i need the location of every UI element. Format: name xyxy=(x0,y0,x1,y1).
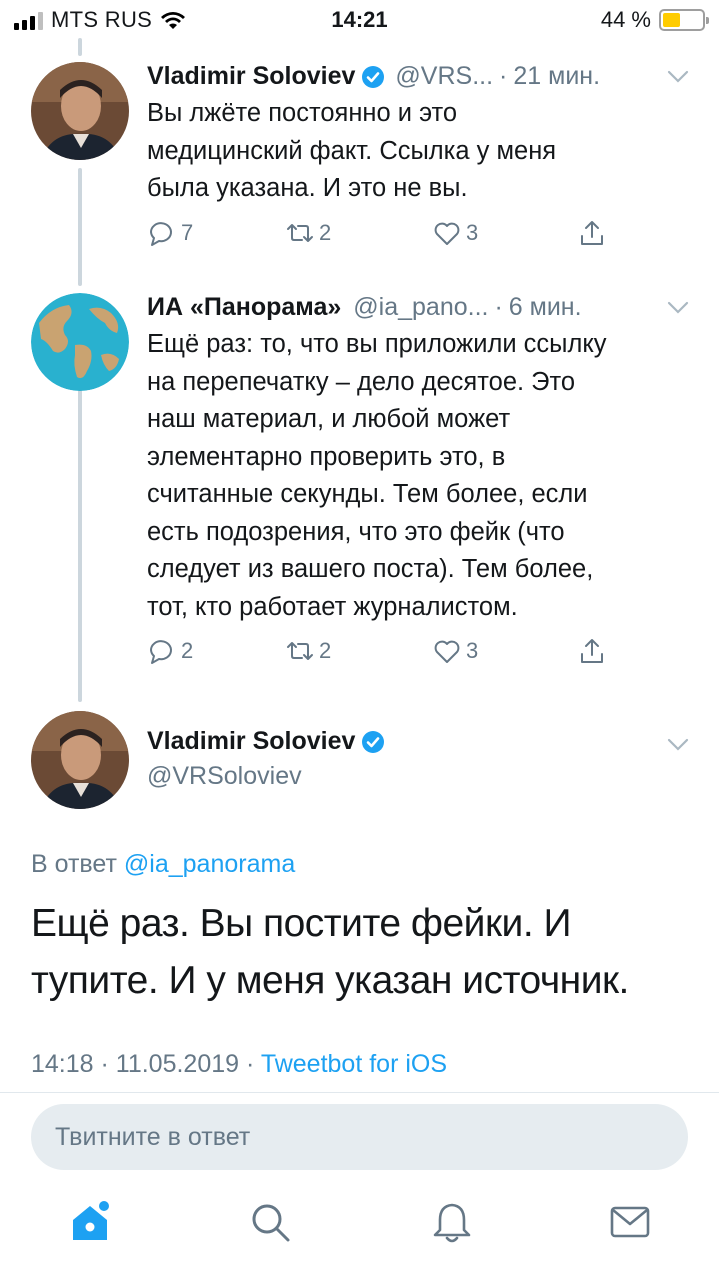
retweet-icon xyxy=(287,224,313,242)
reply-button[interactable]: 7 xyxy=(147,218,193,248)
tweet-time: 21 мин. xyxy=(513,62,601,90)
share-icon xyxy=(581,639,603,663)
tweet-text-line: тупите. И у меня указан источник. xyxy=(31,959,629,1002)
tweet-text-line: элементарно проверить это, в xyxy=(147,442,506,471)
verified-badge-icon xyxy=(362,65,385,88)
tweet-text-line: следует из вашего поста). Тем более, xyxy=(147,555,594,583)
tweet-header: Vladimir Soloviev @VRS... · 21 мин. xyxy=(147,62,689,91)
author-name[interactable]: ИА «Панорама» xyxy=(147,293,341,322)
reply-to-link[interactable]: @ia_panorama xyxy=(124,850,295,878)
thread-connector xyxy=(78,372,82,702)
reply-icon xyxy=(150,640,172,664)
separator-dot: · xyxy=(499,62,508,90)
reply-placeholder: Твитните в ответ xyxy=(55,1123,251,1151)
tweet-text-line: была указана. И это не вы. xyxy=(147,174,468,202)
avatar[interactable] xyxy=(31,62,129,160)
tweet-timestamp: 14:18 · 11.05.2019 · xyxy=(31,1050,255,1078)
tweet-text-line: наш материал, и любой может xyxy=(147,405,511,433)
divider xyxy=(0,1092,719,1093)
author-name[interactable]: Vladimir Soloviev xyxy=(147,62,355,91)
tweet-time: 6 мин. xyxy=(508,293,582,321)
tweet-text-line: тот, кто работает журналистом. xyxy=(147,592,518,621)
author-handle[interactable]: @VRS... xyxy=(395,62,493,91)
like-count: 3 xyxy=(466,638,479,663)
author-name[interactable]: Vladimir Soloviev xyxy=(147,727,355,756)
share-icon xyxy=(581,221,603,245)
reply-count: 2 xyxy=(181,638,194,663)
retweet-count: 2 xyxy=(319,220,332,245)
reply-count: 7 xyxy=(181,220,194,245)
tweet-text: Ещё раз. Вы постите фейки. И тупите. И у… xyxy=(31,895,671,1009)
tab-messages[interactable] xyxy=(608,1200,652,1244)
bell-icon xyxy=(433,1203,471,1243)
tweet-text-line: считанные секунды. Тем более, если xyxy=(147,480,588,508)
like-button[interactable]: 3 xyxy=(432,218,478,248)
tweet-text-line: на перепечатку – дело десятое. Это xyxy=(147,367,576,396)
heart-icon xyxy=(434,640,460,663)
author-handle[interactable]: @ia_pano... xyxy=(353,293,488,322)
tweet-text: Вы лжёте постоянно и это медицинский фак… xyxy=(147,95,693,208)
tweet-text-line: Ещё раз. Вы постите фейки. И xyxy=(31,902,572,945)
retweet-icon xyxy=(287,642,313,660)
battery-percent: 44 % xyxy=(600,7,651,32)
tweet-actions: 7 2 3 xyxy=(147,218,617,254)
reply-icon xyxy=(150,222,172,246)
tweet-actions: 2 2 3 xyxy=(147,636,617,672)
status-bar: MTS RUS 14:21 44 % xyxy=(0,0,719,40)
retweet-button[interactable]: 2 xyxy=(285,218,331,248)
thread-connector xyxy=(78,38,82,56)
reply-context: В ответ @ia_panorama xyxy=(31,850,295,879)
tab-notifications[interactable] xyxy=(430,1200,474,1244)
search-icon xyxy=(252,1204,290,1242)
share-button[interactable] xyxy=(577,218,607,248)
avatar[interactable] xyxy=(31,293,129,391)
tweet-header: ИА «Панорама» @ia_pano... · 6 мин. xyxy=(147,293,689,322)
author-name-row[interactable]: Vladimir Soloviev xyxy=(147,727,391,756)
tweet-text-line: Вы лжёте постоянно и это xyxy=(147,99,458,127)
tweet-source-link[interactable]: Tweetbot for iOS xyxy=(261,1050,447,1078)
verified-badge-icon xyxy=(362,730,385,753)
retweet-button[interactable]: 2 xyxy=(285,636,331,666)
mail-icon xyxy=(610,1206,650,1238)
chevron-down-icon[interactable] xyxy=(667,301,689,315)
home-icon xyxy=(73,1201,109,1240)
like-count: 3 xyxy=(466,220,479,245)
author-handle[interactable]: @VRSoloviev xyxy=(147,762,302,791)
avatar[interactable] xyxy=(31,711,129,809)
tweet-meta: 14:18 · 11.05.2019 · Tweetbot for iOS xyxy=(31,1050,447,1079)
retweet-count: 2 xyxy=(319,638,332,663)
tab-bar xyxy=(0,1190,719,1280)
tweet-text-line: Ещё раз: то, что вы приложили ссылку xyxy=(147,330,607,358)
heart-icon xyxy=(434,222,460,245)
reply-button[interactable]: 2 xyxy=(147,636,193,666)
like-button[interactable]: 3 xyxy=(432,636,478,666)
tweet-text: Ещё раз: то, что вы приложили ссылку на … xyxy=(147,326,693,626)
reply-input[interactable]: Твитните в ответ xyxy=(31,1104,688,1170)
chevron-down-icon[interactable] xyxy=(667,70,689,84)
tweet-text-line: есть подозрения, что это фейк (что xyxy=(147,517,565,546)
share-button[interactable] xyxy=(577,636,607,666)
reply-prefix: В ответ xyxy=(31,850,117,878)
tab-home[interactable] xyxy=(68,1200,112,1244)
battery-icon xyxy=(659,9,709,31)
separator-dot: · xyxy=(494,293,503,321)
tab-search[interactable] xyxy=(248,1200,292,1244)
tweet-text-line: медицинский факт. Ссылка у меня xyxy=(147,136,557,165)
chevron-down-icon[interactable] xyxy=(667,738,689,752)
thread-connector xyxy=(78,168,82,286)
